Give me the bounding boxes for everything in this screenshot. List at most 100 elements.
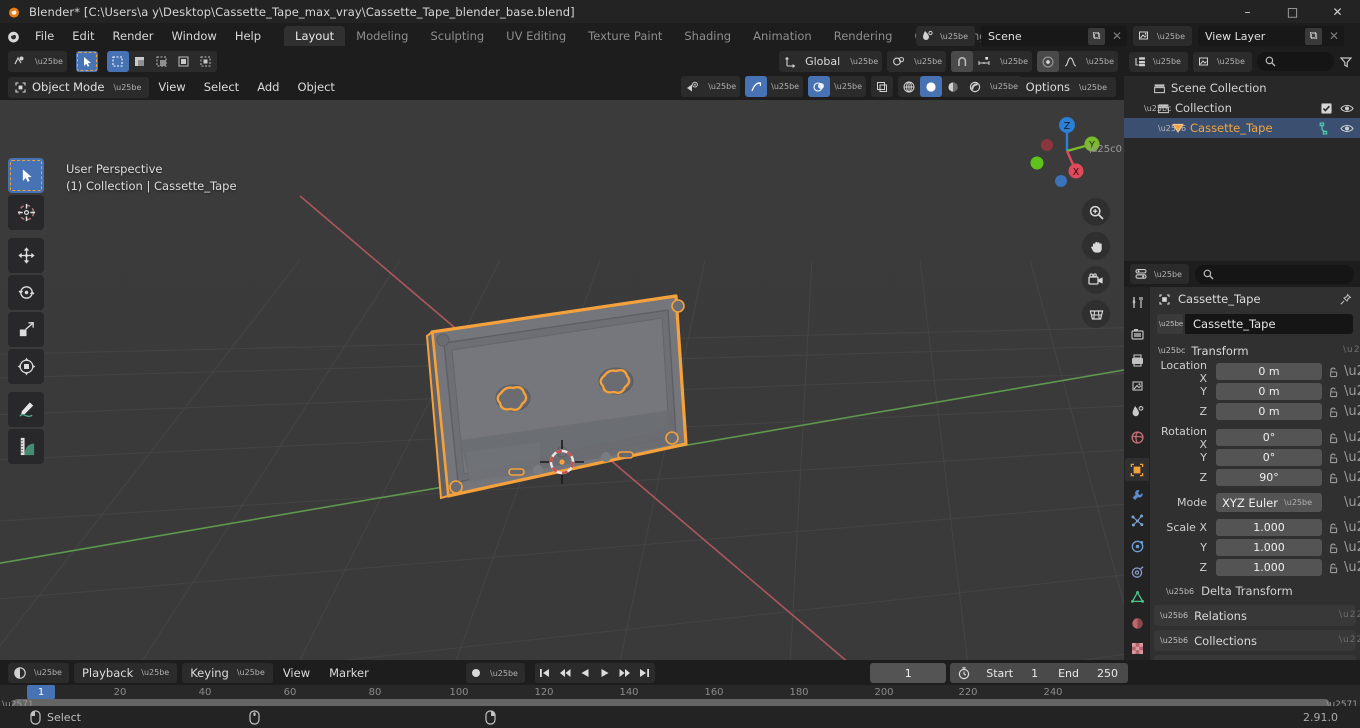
outliner-row-scene-collection[interactable]: Scene Collection — [1124, 78, 1360, 98]
rotation-y-lock-icon[interactable] — [1326, 452, 1340, 464]
workspace-tab-animation[interactable]: Animation — [742, 26, 823, 46]
properties-tab-material[interactable] — [1125, 612, 1149, 635]
shading-rendered-icon[interactable] — [964, 76, 986, 97]
unlink-scene-icon[interactable]: ✕ — [1109, 29, 1125, 43]
rotation-mode-animate-dot[interactable]: \u2022 — [1344, 496, 1360, 509]
rotate-tool[interactable] — [8, 275, 44, 310]
viewport-menu-view[interactable]: View — [149, 74, 194, 100]
properties-tab-scene[interactable] — [1125, 400, 1149, 423]
shading-material-icon[interactable] — [942, 76, 964, 97]
view-layer-browse-icon[interactable]: \u25be — [1133, 26, 1192, 46]
location-y-field[interactable]: 0 m — [1216, 383, 1322, 400]
menu-window[interactable]: Window — [162, 23, 225, 49]
workspace-tab-modeling[interactable]: Modeling — [345, 26, 419, 46]
mesh-data-icon[interactable] — [1318, 121, 1332, 135]
workspace-tab-uv-editing[interactable]: UV Editing — [495, 26, 577, 46]
viewport-canvas[interactable]: User Perspective (1) Collection | Casset… — [0, 100, 1124, 660]
editor-type-selector[interactable]: \u25be — [8, 51, 67, 72]
timeline-menu-marker[interactable]: Marker — [320, 660, 378, 685]
workspace-tab-texture-paint[interactable]: Texture Paint — [577, 26, 673, 46]
scale-x-field[interactable]: 1.000 — [1216, 519, 1322, 536]
properties-tab-data[interactable] — [1125, 586, 1149, 609]
location-z-field[interactable]: 0 m — [1216, 403, 1322, 420]
rotation-mode-dropdown[interactable]: XYZ Euler \u25be — [1216, 493, 1322, 512]
outliner-row-collection[interactable]: \u25bc Collection — [1124, 98, 1360, 118]
outliner-search-input[interactable] — [1256, 52, 1334, 71]
select-intersect-icon[interactable] — [195, 51, 217, 72]
new-view-layer-icon[interactable]: ⧉ — [1305, 27, 1322, 45]
proportional-editing-icon[interactable] — [1037, 51, 1060, 72]
maximize-button[interactable]: □ — [1270, 0, 1315, 23]
timeline-menu-playback[interactable]: Playback \u25be — [73, 662, 178, 683]
outliner-filter-icon[interactable] — [1339, 55, 1355, 69]
smooth-falloff-icon[interactable] — [1059, 51, 1082, 72]
blender-menu-icon[interactable] — [0, 23, 26, 49]
select-extend-icon[interactable] — [129, 51, 151, 72]
scale-x-lock-icon[interactable] — [1326, 522, 1340, 534]
viewport-menu-add[interactable]: Add — [248, 74, 288, 100]
properties-tab-texture[interactable] — [1125, 638, 1149, 661]
menu-render[interactable]: Render — [104, 23, 163, 49]
rotation-x-field[interactable]: 0° — [1216, 429, 1322, 446]
properties-tab-constraints[interactable] — [1125, 561, 1149, 584]
rotation-x-lock-icon[interactable] — [1326, 432, 1340, 444]
jump-to-start-button[interactable] — [535, 663, 555, 683]
scale-z-lock-icon[interactable] — [1326, 562, 1340, 574]
new-scene-icon[interactable]: ⧉ — [1088, 27, 1106, 45]
previous-keyframe-button[interactable] — [555, 663, 575, 683]
collection-checkbox[interactable] — [1321, 102, 1332, 114]
properties-tab-physics[interactable] — [1125, 535, 1149, 558]
properties-tab-modifiers[interactable] — [1125, 484, 1149, 507]
outliner-display-mode-icon[interactable]: \u25be — [1129, 51, 1188, 72]
location-z-animate-dot[interactable]: \u2022 — [1344, 405, 1360, 418]
object-visibility-eye-icon[interactable] — [1340, 123, 1354, 134]
object-expand-icon[interactable]: \u25b6 — [1158, 124, 1186, 133]
location-y-lock-icon[interactable] — [1326, 386, 1340, 398]
location-y-animate-dot[interactable]: \u2022 — [1344, 385, 1360, 398]
start-frame-field[interactable]: Start 1 — [976, 663, 1048, 683]
transform-tool[interactable] — [8, 349, 44, 384]
object-name-input[interactable]: Cassette_Tape — [1185, 314, 1353, 334]
collection-visibility-eye-icon[interactable] — [1340, 103, 1354, 114]
properties-search-input[interactable] — [1194, 264, 1354, 284]
next-keyframe-button[interactable] — [615, 663, 635, 683]
scale-x-animate-dot[interactable]: \u2022 — [1344, 521, 1360, 534]
scale-z-field[interactable]: 1.000 — [1216, 559, 1322, 576]
timeline-menu-keying[interactable]: Keying \u25be — [182, 662, 273, 683]
location-x-lock-icon[interactable] — [1326, 366, 1340, 378]
shading-wireframe-icon[interactable] — [898, 76, 920, 97]
playhead[interactable]: 1 — [27, 685, 55, 700]
menu-help[interactable]: Help — [226, 23, 270, 49]
menu-edit[interactable]: Edit — [63, 23, 103, 49]
scale-z-animate-dot[interactable]: \u2022 — [1344, 561, 1360, 574]
xray-icon[interactable] — [871, 76, 893, 97]
collection-expand-icon[interactable]: \u25bc — [1144, 104, 1171, 113]
scale-y-lock-icon[interactable] — [1326, 542, 1340, 554]
properties-tab-output[interactable] — [1125, 349, 1149, 372]
properties-tab-object[interactable] — [1125, 458, 1149, 482]
location-x-field[interactable]: 0 m — [1216, 363, 1322, 380]
tweak-select-tool[interactable] — [8, 158, 44, 193]
auto-keying-icon[interactable] — [469, 666, 483, 680]
rotation-z-field[interactable]: 90° — [1216, 469, 1322, 486]
play-button[interactable] — [595, 663, 615, 683]
properties-tab-particles[interactable] — [1125, 510, 1149, 533]
orthographic-gizmo-icon[interactable] — [1082, 300, 1110, 328]
rotation-y-field[interactable]: 0° — [1216, 449, 1322, 466]
object-mode-selector[interactable]: Object Mode \u25be — [8, 76, 150, 98]
select-subtract-icon[interactable] — [151, 51, 173, 72]
pivot-point-selector[interactable]: \u25be — [887, 51, 947, 72]
show-hide-icon[interactable] — [681, 76, 704, 97]
sidebar-collapse-arrow-icon[interactable]: \u25c0 — [1088, 144, 1122, 155]
shading-solid-icon[interactable] — [920, 76, 943, 97]
end-frame-field[interactable]: End 250 — [1048, 663, 1128, 683]
pan-gizmo-icon[interactable] — [1082, 232, 1110, 260]
outliner-filter-id-icon[interactable]: \u25be — [1192, 51, 1252, 72]
delta-transform-subpanel[interactable]: \u25b6 Delta Transform — [1150, 581, 1360, 601]
rotation-x-animate-dot[interactable]: \u2022 — [1344, 431, 1360, 444]
properties-editor-icon[interactable]: \u25be — [1130, 264, 1189, 284]
properties-tab-render[interactable] — [1125, 324, 1149, 347]
jump-to-end-button[interactable] — [635, 663, 655, 683]
workspace-tab-sculpting[interactable]: Sculpting — [419, 26, 495, 46]
pin-icon[interactable] — [1339, 293, 1352, 306]
